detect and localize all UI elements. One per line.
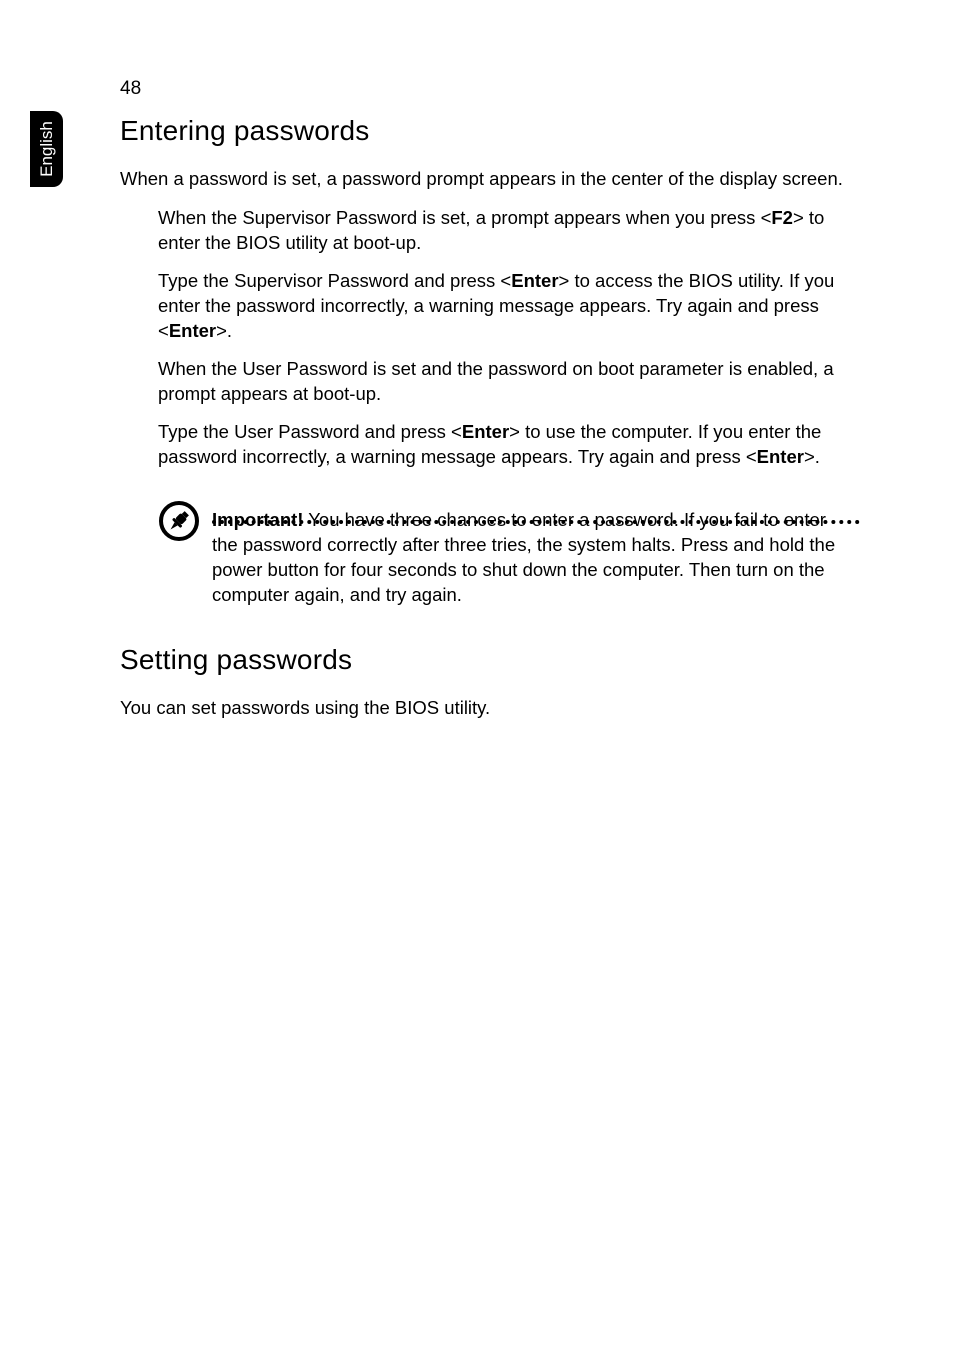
pin-icon (158, 500, 200, 542)
section-heading-entering-passwords: Entering passwords (120, 115, 860, 147)
bullet-list: When the Supervisor Password is set, a p… (158, 206, 858, 470)
language-tab: English (30, 111, 63, 187)
key-enter: Enter (462, 421, 509, 442)
key-enter: Enter (511, 270, 558, 291)
note-block: Important! You have three chances to ent… (120, 508, 860, 608)
bullet-item-3: When the User Password is set and the pa… (158, 357, 858, 407)
intro-paragraph: When a password is set, a password promp… (120, 167, 860, 192)
section2-body: You can set passwords using the BIOS uti… (120, 696, 860, 721)
key-enter: Enter (169, 320, 216, 341)
key-f2: F2 (771, 207, 793, 228)
bullet-item-4: Type the User Password and press <Enter>… (158, 420, 858, 470)
bullet-item-2: Type the Supervisor Password and press <… (158, 269, 858, 344)
dotted-divider (212, 520, 860, 524)
language-tab-label: English (37, 121, 57, 177)
page-content: Entering passwords When a password is se… (120, 115, 860, 735)
bullet-item-1: When the Supervisor Password is set, a p… (158, 206, 858, 256)
section-heading-setting-passwords: Setting passwords (120, 644, 860, 676)
page-number: 48 (120, 78, 141, 100)
key-enter: Enter (757, 446, 804, 467)
